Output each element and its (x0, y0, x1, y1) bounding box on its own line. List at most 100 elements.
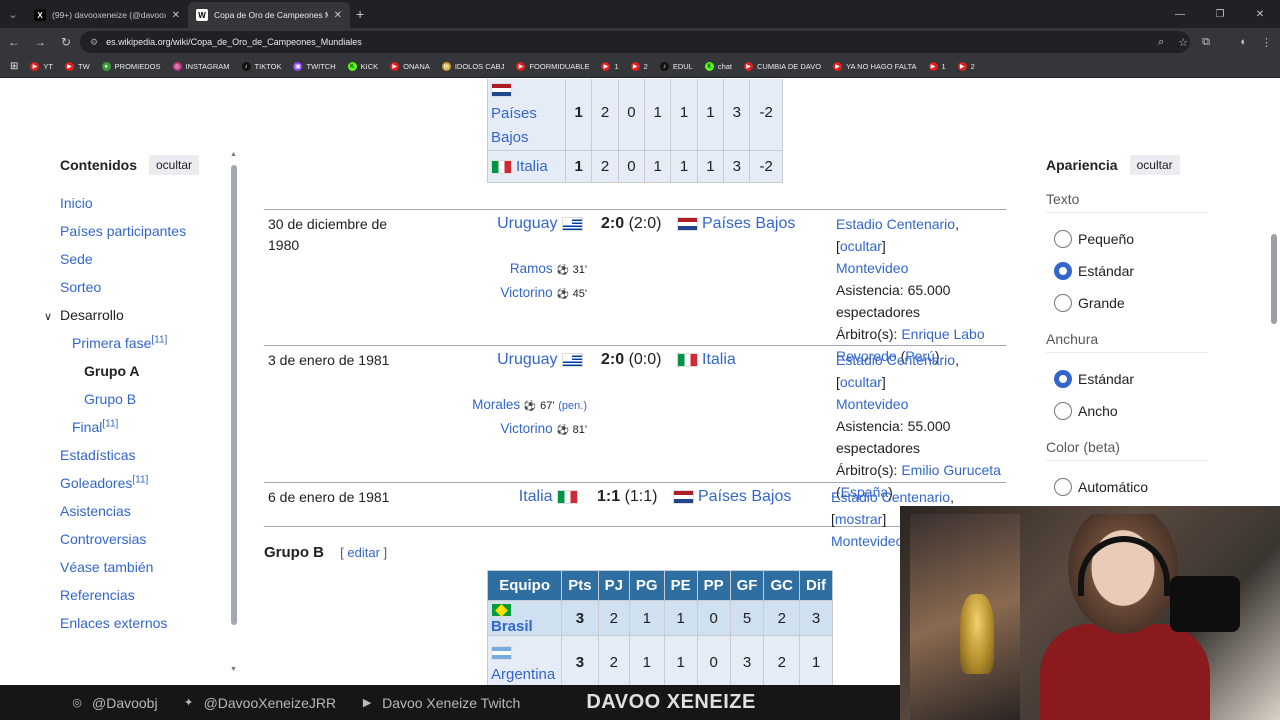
toc-item-sede[interactable]: Sede (60, 249, 230, 277)
toc-item-referencias[interactable]: Referencias (60, 585, 230, 613)
toc-item-estadisticas[interactable]: Estadísticas (60, 445, 230, 473)
extensions-icon[interactable]: ⧉ (1202, 36, 1210, 49)
reload-icon[interactable]: ↻ (54, 30, 78, 54)
scroll-down-icon[interactable]: ▼ (230, 666, 237, 673)
bookmark-yt[interactable]: ▶ YT (30, 62, 53, 71)
minimize-icon[interactable]: — (1160, 0, 1200, 28)
toc-item-vease[interactable]: Véase también (60, 557, 230, 585)
stadium-link[interactable]: Estadio Centenario (831, 489, 950, 505)
city-link[interactable]: Montevideo (831, 533, 903, 549)
zoom-icon[interactable]: ⌕ (1158, 36, 1164, 49)
toc-hide-button[interactable]: ocultar (149, 155, 200, 175)
toc-item-final[interactable]: Final[11] (60, 417, 230, 445)
menu-icon[interactable]: ⋮ (1261, 36, 1272, 49)
bookmark-ya-no-hago-falta[interactable]: ▶ YA NO HAGO FALTA (833, 62, 917, 71)
toc-item-sorteo[interactable]: Sorteo (60, 277, 230, 305)
toc-item-desarrollo[interactable]: ∨ Desarrollo (44, 305, 230, 333)
page-scroll-thumb[interactable] (1271, 234, 1277, 324)
close-tab-icon[interactable]: ✕ (172, 10, 180, 21)
address-bar[interactable]: ⚙ es.wikipedia.org/wiki/Copa_de_Oro_de_C… (80, 31, 1190, 53)
bookmark-2[interactable]: ▶ 2 (630, 62, 648, 71)
appearance-hide-button[interactable]: ocultar (1129, 155, 1180, 175)
toggle-details-link[interactable]: ocultar (840, 238, 882, 254)
radio-width-wide[interactable]: Ancho (1046, 395, 1208, 427)
referee-link[interactable]: Emilio Guruceta (901, 462, 1001, 478)
bookmark-2b[interactable]: ▶ 2 (957, 62, 975, 71)
chevron-down-icon[interactable]: ∨ (44, 307, 58, 327)
toc-item-inicio[interactable]: Inicio (60, 193, 230, 221)
away-team[interactable]: Países Bajos (677, 215, 795, 233)
toggle-details-link[interactable]: ocultar (840, 374, 882, 390)
tab-twitter[interactable]: X (99+) davooxeneize (@davooxeneize) ✕ (26, 2, 188, 28)
toc-item-asistencias[interactable]: Asistencias (60, 501, 230, 529)
close-window-icon[interactable]: ✕ (1240, 0, 1280, 28)
section-heading-grupo-b: Grupo B [ editar ] (264, 544, 388, 561)
stadium-link[interactable]: Estadio Centenario (836, 352, 955, 368)
toc-item-controversias[interactable]: Controversias (60, 529, 230, 557)
toc-item-primera-fase[interactable]: Primera fase[11] (60, 333, 230, 361)
bookmark-tw[interactable]: ▶ TW (64, 62, 90, 71)
radio-text-small[interactable]: Pequeño (1046, 223, 1208, 255)
bookmark-cumbia[interactable]: ▶ CUMBIA DE DAVO (744, 62, 821, 71)
restore-icon[interactable]: ❐ (1200, 0, 1240, 28)
twitch-icon: ▣ (293, 62, 303, 71)
trophy-image (960, 594, 994, 674)
profile-icon[interactable]: ◐ (1240, 36, 1247, 48)
appearance-title: Apariencia (1046, 157, 1118, 173)
stream-footer: ◎ @Davoobj ✦ @DavooXeneizeJRR ▶ Davoo Xenei… (0, 685, 900, 720)
home-team[interactable]: Uruguay (497, 215, 587, 233)
site-info-icon[interactable]: ⚙ (90, 37, 98, 48)
table-row: Italia 1 2 0 1 1 1 3 -2 (487, 150, 783, 183)
radio-color-auto[interactable]: Automático (1046, 471, 1208, 503)
stadium-link[interactable]: Estadio Centenario (836, 216, 955, 232)
toc-item-grupo-b[interactable]: Grupo B (60, 389, 230, 417)
bookmark-1[interactable]: ▶ 1 (601, 62, 619, 71)
radio-text-standard[interactable]: Estándar (1046, 255, 1208, 287)
away-team[interactable]: Italia (677, 351, 736, 369)
toc-item-grupo-a[interactable]: Grupo A (60, 361, 230, 389)
folder-icon: ▤ (441, 62, 451, 71)
radio-width-standard[interactable]: Estándar (1046, 363, 1208, 395)
new-tab-icon[interactable]: + (356, 6, 364, 22)
tab-wikipedia[interactable]: W Copa de Oro de Campeones Mundiales ✕ (188, 2, 350, 28)
toc-scrollbar[interactable]: ▲ ▼ (230, 151, 237, 673)
toolbar: ← → ↻ ⚙ es.wikipedia.org/wiki/Copa_de_Or… (0, 28, 1280, 56)
toc-item-enlaces[interactable]: Enlaces externos (60, 613, 230, 641)
bookmark-tiktok[interactable]: ♪ TIKTOK (241, 62, 281, 71)
forward-icon[interactable]: → (28, 30, 52, 54)
tab-search-icon[interactable]: ⌄ (0, 0, 26, 28)
bookmark-onana[interactable]: ▶ ONANA (390, 62, 430, 71)
city-link[interactable]: Montevideo (836, 396, 908, 412)
apps-grid-icon[interactable]: ⊞ (10, 61, 18, 72)
bookmark-kick[interactable]: K KICK (347, 62, 378, 71)
bookmark-idolos[interactable]: ▤ IDOLOS CABJ (441, 62, 504, 71)
table-row: Países Bajos 1 2 0 1 1 1 3 -2 (487, 79, 783, 151)
bookmark-1b[interactable]: ▶ 1 (928, 62, 946, 71)
home-team[interactable]: Uruguay (497, 351, 587, 369)
radio-icon (1054, 478, 1072, 496)
bookmark-promiedos[interactable]: ● PROMIEDOS (101, 62, 161, 71)
edit-section-link[interactable]: [ editar ] (340, 545, 387, 560)
bookmark-instagram[interactable]: ◎ INSTAGRAM (172, 62, 230, 71)
toc-scroll-thumb[interactable] (231, 165, 237, 625)
group-a-standings: Países Bajos 1 2 0 1 1 1 3 -2 Italia 1 2 … (487, 79, 783, 183)
radio-text-large[interactable]: Grande (1046, 287, 1208, 319)
bookmark-chat[interactable]: Kchat (704, 62, 732, 71)
bookmark-star-icon[interactable]: ☆ (1178, 36, 1188, 49)
close-tab-icon[interactable]: ✕ (334, 10, 342, 21)
home-team[interactable]: Italia (519, 488, 582, 506)
group-b-standings: Equipo Pts PJ PG PE PP GF GC Dif Brasil … (486, 570, 833, 685)
back-icon[interactable]: ← (2, 30, 26, 54)
away-team[interactable]: Países Bajos (673, 488, 791, 506)
bookmark-edul[interactable]: ♪ EDUL (659, 62, 693, 71)
toc-item-goleadores[interactable]: Goleadores[11] (60, 473, 230, 501)
toc-item-paises[interactable]: Países participantes (60, 221, 230, 249)
toggle-details-link[interactable]: mostrar (835, 511, 882, 527)
netherlands-flag-icon (491, 83, 512, 98)
match-block: 6 de enero de 1981 Italia 1:1 (1:1) País… (264, 482, 1006, 549)
tab-bar: ⌄ X (99+) davooxeneize (@davooxeneize) ✕… (0, 0, 1280, 28)
bookmark-foormiduable[interactable]: ▶ FOORMIDUABLE (516, 62, 589, 71)
bookmark-twitch[interactable]: ▣ TWITCH (293, 62, 336, 71)
city-link[interactable]: Montevideo (836, 260, 908, 276)
scroll-up-icon[interactable]: ▲ (230, 151, 237, 158)
